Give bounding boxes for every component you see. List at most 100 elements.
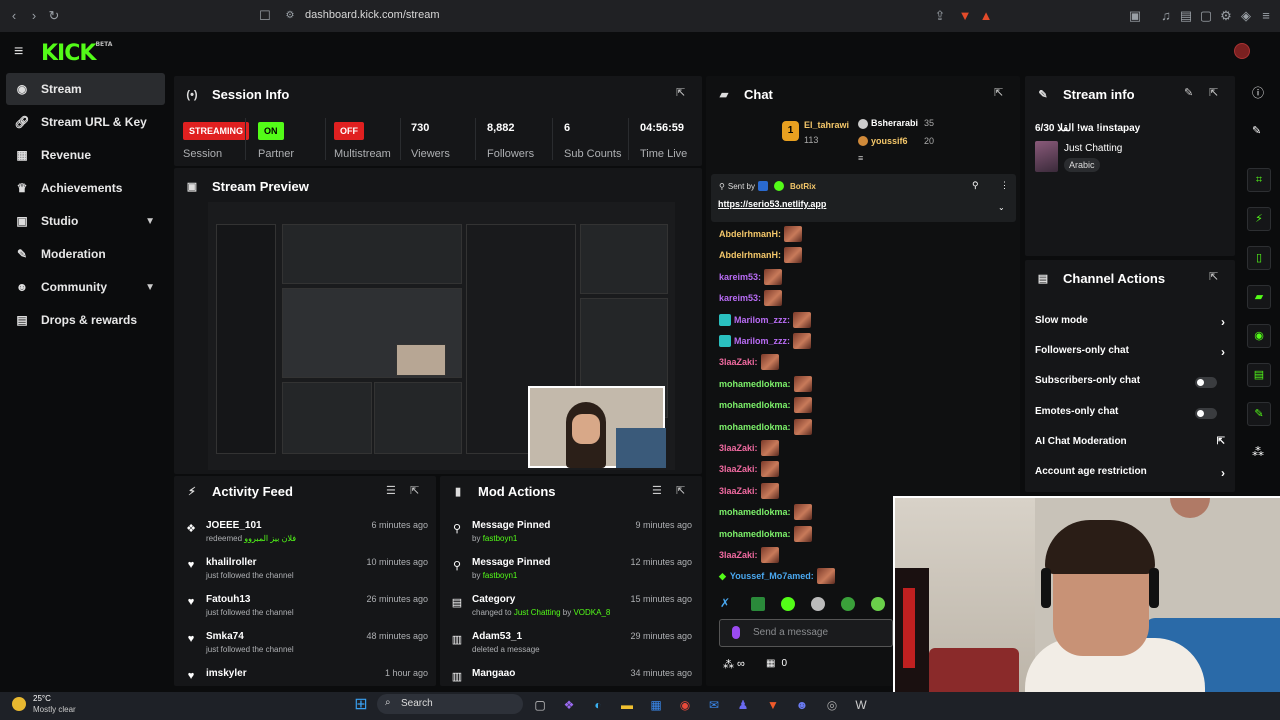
mod-action-name[interactable]: Adam53_1 [472,631,522,642]
activity-user[interactable]: JOEEE_101 [206,520,262,531]
chat-username[interactable]: Marilom_zzz: [734,315,790,325]
kick-emote-icon[interactable]: ✗ [720,596,730,610]
expand-icon[interactable]: ≡ [858,153,863,163]
top-gifter-name[interactable]: Bsherarabi [871,118,918,128]
popout-icon[interactable]: ⇱ [1209,86,1218,99]
sidebar-item-community[interactable]: ☻ Community ▼ [6,271,165,303]
activity-user[interactable]: Fatouh13 [206,594,250,605]
popout-icon[interactable]: ⇱ [676,86,685,99]
sidebar-toggle-icon[interactable]: ▣ [1127,8,1143,24]
windows-start-icon[interactable]: ⊞ [351,695,371,715]
chat-username[interactable]: mohamedlokma: [719,529,791,539]
category-thumbnail[interactable] [1035,141,1058,172]
address-bar[interactable]: dashboard.kick.com/stream [305,9,440,21]
chatters-indicator[interactable]: ⁂ ∞ [723,658,745,671]
emote-icon[interactable] [841,597,855,611]
filter-icon[interactable]: ☰ [652,484,662,497]
top-gifter-name[interactable]: El_tahrawi [804,120,849,130]
chat-username[interactable]: 3laaZaki: [719,357,758,367]
mic-icon[interactable] [732,626,740,639]
stream-tag[interactable]: Arabic [1064,158,1100,172]
chat-username[interactable]: mohamedlokma: [719,379,791,389]
rail-lightning-icon[interactable]: ⚡︎ [1247,207,1271,231]
rail-crop-icon[interactable]: ⌗ [1247,168,1271,192]
mod-action-name[interactable]: Mangaao [472,668,515,679]
subscribers-only-toggle[interactable] [1195,377,1217,388]
rail-list-icon[interactable]: ▤ [1247,363,1271,387]
gift-indicator[interactable]: ▦ 0 [766,658,787,669]
action-ai-moderation[interactable]: AI Chat Moderation ⇱ [1035,436,1225,456]
app-icon[interactable]: W [851,695,871,715]
pinned-link[interactable]: https://serio53.netlify.app [718,199,826,209]
hamburger-icon[interactable]: ≡ [14,43,23,61]
share-icon[interactable]: ⇪ [932,8,948,24]
info-icon[interactable]: ⓘ [1252,84,1264,101]
sidebar-item-stream[interactable]: ◉ Stream [6,73,165,105]
reload-icon[interactable]: ↻ [46,8,62,24]
brave-shield-icon[interactable]: ▼ [957,8,973,24]
popout-icon[interactable]: ⇱ [676,484,685,497]
emote-icon[interactable] [751,597,765,611]
chrome-icon[interactable]: ◉ [675,695,695,715]
sidebar-item-drops[interactable]: ▤ Drops & rewards [6,304,165,336]
edge-icon[interactable]: ◐ [588,695,608,715]
mod-action-user[interactable]: fastboyn1 [483,571,518,580]
popout-icon[interactable]: ⇱ [1209,270,1218,283]
avatar[interactable] [1234,43,1250,59]
rail-broadcast-icon[interactable]: ◉ [1247,324,1271,348]
chat-username[interactable]: kareim53: [719,293,761,303]
chat-username[interactable]: AbdelrhmanH: [719,250,781,260]
stream-category[interactable]: Just Chatting [1064,143,1122,154]
kick-logo[interactable]: KICKBETA [41,41,112,66]
store-icon[interactable]: ▦ [646,695,666,715]
chat-username[interactable]: AbdelrhmanH: [719,229,781,239]
emote-icon[interactable] [781,597,795,611]
chat-username[interactable]: 3laaZaki: [719,464,758,474]
mod-action-user[interactable]: fastboyn1 [483,534,518,543]
site-settings-icon[interactable]: ⚙ [282,8,298,24]
stream-preview-video[interactable] [208,202,675,470]
file-explorer-icon[interactable]: ▬ [617,695,637,715]
obs-icon[interactable]: ◎ [822,695,842,715]
chat-input[interactable]: Send a message [719,619,893,647]
filter-icon[interactable]: ☰ [386,484,396,497]
popout-icon[interactable]: ⇱ [994,86,1003,99]
brave-rewards-icon[interactable]: ▲ [978,8,994,24]
top-gifter-name[interactable]: youssif6 [871,136,908,146]
chat-username[interactable]: 3laaZaki: [719,443,758,453]
emotes-only-toggle[interactable] [1195,408,1217,419]
taskbar-search[interactable]: ⌕ Search [377,694,523,714]
activity-user[interactable]: khalilroller [206,557,257,568]
sidebar-item-studio[interactable]: ▣ Studio ▼ [6,205,165,237]
emote-icon[interactable] [811,597,825,611]
vpn-icon[interactable]: ◈ [1238,8,1254,24]
chat-username[interactable]: 3laaZaki: [719,550,758,560]
teams-icon[interactable]: ♟ [733,695,753,715]
back-icon[interactable]: ‹ [6,8,22,24]
settings-icon[interactable]: ⚙ [1218,8,1234,24]
bookmark-icon[interactable]: ☐ [257,8,273,24]
activity-user[interactable]: imskyler [206,668,247,679]
sidebar-item-moderation[interactable]: ✎ Moderation [6,238,165,270]
chat-username[interactable]: mohamedlokma: [719,422,791,432]
chat-username[interactable]: Marilom_zzz: [734,336,790,346]
outlook-icon[interactable]: ✉ [704,695,724,715]
music-icon[interactable]: ♫ [1158,8,1174,24]
menu-icon[interactable]: ≡ [1258,8,1274,24]
action-followers-only[interactable]: Followers-only chat › [1035,345,1225,365]
rail-wrench-icon[interactable]: ✎ [1247,402,1271,426]
popout-icon[interactable]: ⇱ [410,484,419,497]
taskview-icon[interactable]: ▢ [530,695,550,715]
forward-icon[interactable]: › [26,8,42,24]
sidebar-item-stream-url[interactable]: 🔗︎ Stream URL & Key [6,106,165,138]
chat-username[interactable]: Youssef_Mo7amed: [730,571,814,581]
chevron-down-icon[interactable]: ⌄ [998,203,1005,212]
rail-document-icon[interactable]: ▯ [1247,246,1271,270]
brave-icon[interactable]: ▼ [763,695,783,715]
edit-icon[interactable]: ✎ [1252,124,1261,137]
discord-icon[interactable]: ☻ [792,695,812,715]
wallet-icon[interactable]: ▢ [1198,8,1214,24]
chat-username[interactable]: kareim53: [719,272,761,282]
action-slow-mode[interactable]: Slow mode › [1035,315,1225,335]
unpin-icon[interactable]: ⚲ [972,180,979,191]
